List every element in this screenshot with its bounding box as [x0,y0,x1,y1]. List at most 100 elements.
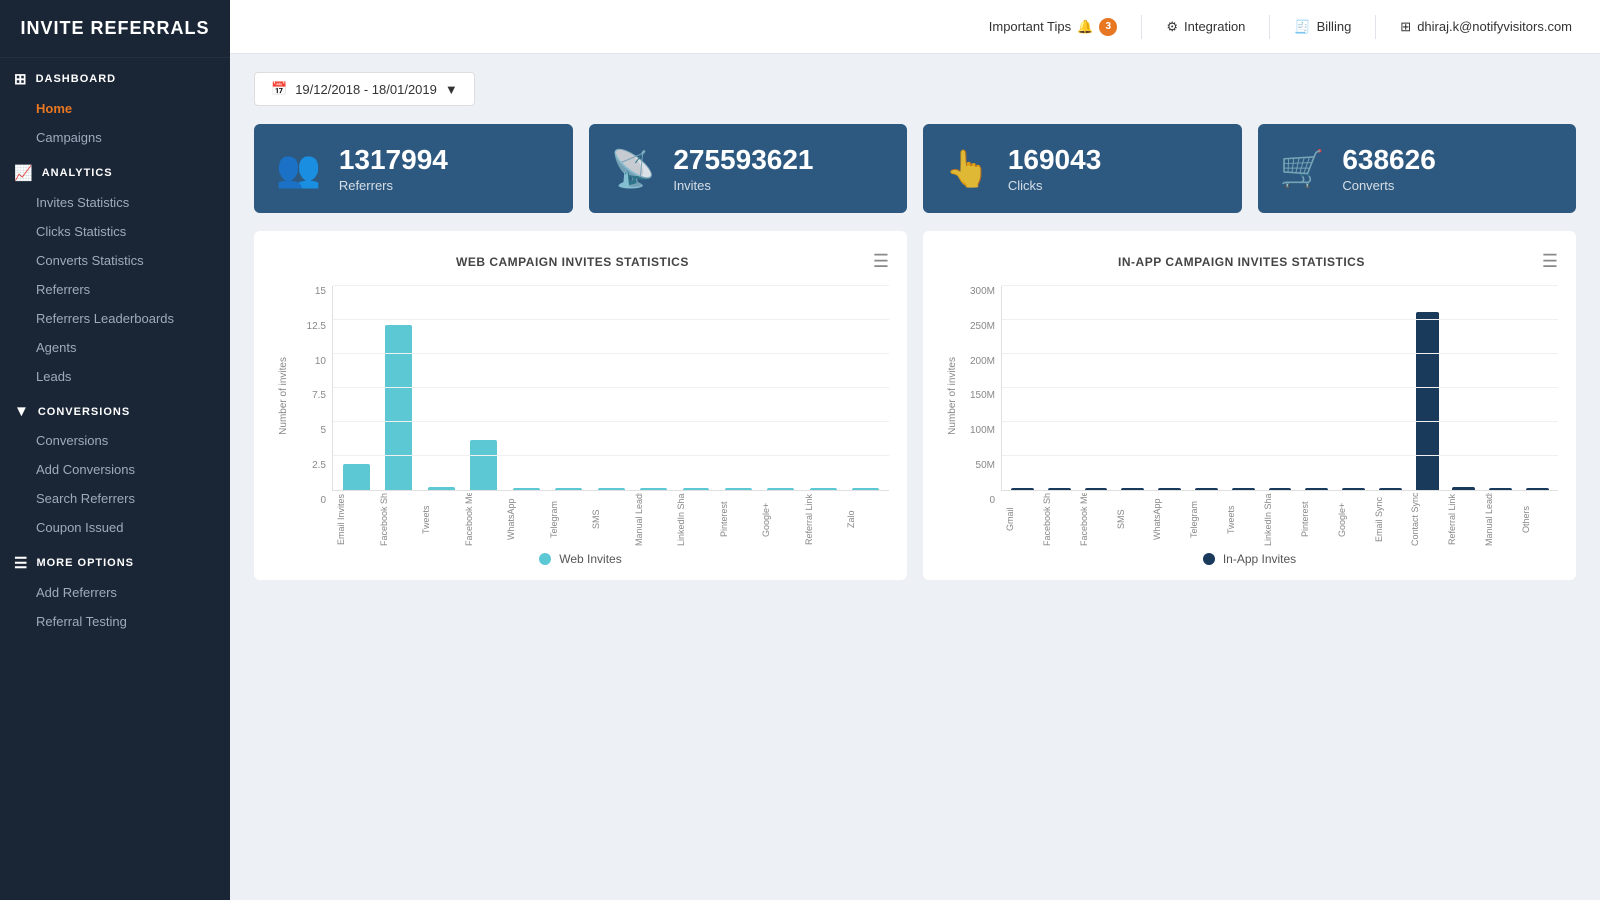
bar-col-0-8 [677,292,715,490]
main-area: Important Tips 🔔 3 ⚙ Integration 🧾 Billi… [230,0,1600,900]
y-label-1-3: 150M [970,390,995,401]
integration-button[interactable]: ⚙ Integration [1166,19,1245,35]
bar-1-2 [1085,488,1108,490]
bar-col-1-0 [1006,292,1039,490]
chart-legend-0: Web Invites [272,552,889,566]
y-label-1-0: 300M [970,286,995,297]
user-menu-button[interactable]: ⊞ dhiraj.k@notifyvisitors.com [1400,19,1572,35]
bar-col-1-7 [1264,292,1297,490]
stat-info-3: 638626 Converts [1342,144,1435,193]
logo-text: INVITE REFERRALS [20,18,210,39]
bar-col-0-12 [847,292,885,490]
bar-col-1-3 [1116,292,1149,490]
date-range-button[interactable]: 📅 19/12/2018 - 18/01/2019 ▼ [254,72,475,106]
bar-1-6 [1232,488,1255,490]
billing-button[interactable]: 🧾 Billing [1294,19,1351,35]
chart-body-0: Email InvitesFacebook SharesTweetsFacebo… [332,286,889,546]
sidebar: INVITE REFERRALS ⊞DASHBOARDHomeCampaigns… [0,0,230,900]
sidebar-section-3[interactable]: ☰MORE OPTIONS [0,542,230,578]
bar-0-1 [385,325,412,490]
sidebar-section-2[interactable]: ▼CONVERSIONS [0,391,230,426]
bar-col-0-1 [379,292,417,490]
stat-card-converts: 🛒 638626 Converts [1258,124,1577,213]
sidebar-item-dashboard-0[interactable]: Home [0,94,230,123]
bar-col-0-9 [719,292,757,490]
integration-label: Integration [1184,19,1245,34]
sidebar-item-dashboard-1[interactable]: Campaigns [0,123,230,152]
sidebar-item-more-options-1[interactable]: Referral Testing [0,607,230,636]
grid-line [1002,455,1558,456]
y-label-0-3: 7.5 [312,390,326,401]
sidebar-item-conversions-0[interactable]: Conversions [0,426,230,455]
bar-1-11 [1416,312,1439,490]
chart-card-1: IN-APP CAMPAIGN INVITES STATISTICS ☰ Num… [923,231,1576,580]
chart-header-0: WEB CAMPAIGN INVITES STATISTICS ☰ [272,251,889,272]
bar-col-0-3 [464,292,502,490]
section-label-2: CONVERSIONS [38,406,130,418]
bar-1-5 [1195,488,1218,490]
x-label-0-3: Facebook Messages [464,493,503,546]
x-labels-0: Email InvitesFacebook SharesTweetsFacebo… [332,491,889,546]
sidebar-item-analytics-4[interactable]: Referrers Leaderboards [0,304,230,333]
legend-dot-1 [1203,553,1215,565]
section-label-1: ANALYTICS [42,167,113,179]
sidebar-item-analytics-2[interactable]: Converts Statistics [0,246,230,275]
chart-menu-1[interactable]: ☰ [1542,251,1558,272]
legend-label-0: Web Invites [559,552,621,566]
sidebar-item-analytics-6[interactable]: Leads [0,362,230,391]
sidebar-item-analytics-1[interactable]: Clicks Statistics [0,217,230,246]
x-label-0-1: Facebook Shares [379,493,418,546]
bar-col-1-2 [1080,292,1113,490]
sidebar-item-analytics-0[interactable]: Invites Statistics [0,188,230,217]
sidebar-item-conversions-3[interactable]: Coupon Issued [0,513,230,542]
y-label-1-6: 0 [989,495,995,506]
sidebar-item-analytics-3[interactable]: Referrers [0,275,230,304]
bar-1-3 [1121,488,1144,490]
bar-col-1-14 [1521,292,1554,490]
x-label-1-3: SMS [1116,493,1149,546]
x-label-0-12: Zalo [846,493,885,546]
x-label-0-7: Manual Leads [634,493,673,546]
chart-legend-1: In-App Invites [941,552,1558,566]
grid-line [1002,319,1558,320]
grid-line [1002,285,1558,286]
stat-icon-0: 👥 [276,148,321,190]
sidebar-item-analytics-5[interactable]: Agents [0,333,230,362]
x-label-1-1: Facebook Shares [1042,493,1075,546]
bar-col-0-10 [762,292,800,490]
bar-col-0-6 [592,292,630,490]
bar-1-10 [1379,488,1402,490]
bar-col-1-10 [1374,292,1407,490]
stat-card-clicks: 👆 169043 Clicks [923,124,1242,213]
bar-0-11 [810,488,837,490]
content-area: 📅 19/12/2018 - 18/01/2019 ▼ 👥 1317994 Re… [230,54,1600,900]
x-label-1-14: Others [1521,493,1554,546]
x-label-0-0: Email Invites [336,493,375,546]
bar-0-4 [513,488,540,490]
stat-label-3: Converts [1342,178,1435,193]
sidebar-section-1[interactable]: 📈ANALYTICS [0,152,230,188]
important-tips-button[interactable]: Important Tips 🔔 3 [989,18,1118,36]
y-axis-1: 300M250M200M150M100M50M0 [963,286,1001,546]
chart-body-1: GmailFacebook SharesFacebook MessagesSMS… [1001,286,1558,546]
grid-line [1002,387,1558,388]
bar-1-8 [1305,488,1328,490]
bar-col-0-0 [337,292,375,490]
y-axis-label-wrap-1: Number of invites [941,286,963,546]
chart-menu-0[interactable]: ☰ [873,251,889,272]
bar-1-13 [1489,488,1512,490]
x-label-0-10: Google+ [761,493,800,546]
x-label-1-12: Referral Link [1447,493,1480,546]
topbar-divider-2 [1269,15,1270,39]
x-label-0-11: Referral Link [804,493,843,546]
chart-card-0: WEB CAMPAIGN INVITES STATISTICS ☰ Number… [254,231,907,580]
tips-label: Important Tips [989,19,1071,34]
bar-col-1-5 [1190,292,1223,490]
stat-number-2: 169043 [1008,144,1101,176]
sidebar-item-more-options-0[interactable]: Add Referrers [0,578,230,607]
sidebar-section-0[interactable]: ⊞DASHBOARD [0,58,230,94]
chevron-down-icon: ▼ [445,82,458,97]
sidebar-item-conversions-2[interactable]: Search Referrers [0,484,230,513]
sidebar-item-conversions-1[interactable]: Add Conversions [0,455,230,484]
grid-line [333,353,889,354]
